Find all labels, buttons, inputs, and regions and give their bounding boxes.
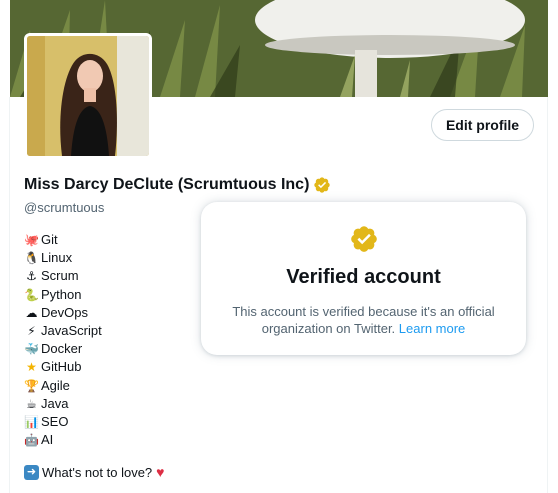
red-heart-icon: ♥ [156, 464, 165, 480]
bio-item: ☕ Java [24, 395, 102, 413]
penguin-icon: 🐧 [24, 251, 39, 266]
bio-item: ⚓ Scrum [24, 267, 102, 285]
bio-item-label: Git [41, 232, 58, 247]
bio-item: ☁ DevOps [24, 304, 102, 322]
lightning-icon: ⚡ [27, 323, 36, 338]
popover-body: This account is verified because it's an… [217, 303, 510, 337]
octopus-icon: 🐙 [24, 233, 39, 247]
bio-item: 🐳 Docker [24, 340, 102, 358]
display-name: Miss Darcy DeClute (Scrumtuous Inc) [24, 176, 310, 193]
bio-item-label: Agile [41, 377, 70, 393]
bio-item-label: SEO [41, 413, 69, 429]
bio-item-label: Linux [41, 250, 73, 266]
verified-badge-icon [351, 226, 377, 252]
bio-closing-text: What's not to love? [42, 464, 153, 480]
bio-closing: ➜ What's not to love? ♥ [24, 464, 164, 480]
coffee-icon: ☕ [26, 396, 37, 411]
bio-item-label: Python [41, 286, 82, 302]
bio-item: ★ GitHub [24, 358, 102, 376]
right-arrow-icon: ➜ [24, 464, 39, 480]
bio-item-label: DevOps [41, 304, 88, 320]
whale-icon: 🐳 [24, 342, 39, 357]
bio-item: 📊 SEO [24, 413, 102, 431]
bio-item: 🐧 Linux [24, 249, 102, 267]
verified-account-popover: Verified account This account is verifie… [201, 202, 526, 355]
name-row: Miss Darcy DeClute (Scrumtuous Inc) [24, 176, 331, 194]
profile-border-right [547, 97, 548, 493]
bio-item: 🤖 AI [24, 431, 102, 449]
profile-border-left [9, 97, 10, 493]
avatar[interactable] [24, 33, 152, 159]
edit-profile-button[interactable]: Edit profile [431, 109, 534, 141]
bio-item: 🐙 Git [24, 231, 102, 249]
handle: @scrumtuous [24, 200, 105, 215]
bio: 🐙 Git 🐧 Linux ⚓ Scrum 🐍 Python ☁ DevOps ⚡ Java… [24, 231, 102, 449]
bio-item-label: Docker [41, 341, 83, 357]
trophy-icon: 🏆 [24, 378, 39, 393]
verified-badge-icon[interactable] [313, 176, 331, 194]
avatar-photo [27, 36, 149, 156]
robot-icon: 🤖 [24, 433, 39, 448]
learn-more-link[interactable]: Learn more [399, 321, 465, 336]
bio-item: ⚡ JavaScript [24, 322, 102, 340]
cloud-icon: ☁ [25, 305, 38, 320]
snake-icon: 🐍 [24, 287, 39, 302]
anchor-icon: ⚓ [26, 269, 37, 284]
bio-item-label: Java [41, 395, 69, 411]
star-icon: ★ [26, 360, 37, 375]
bio-item-label: GitHub [41, 359, 82, 375]
bio-item: 🐍 Python [24, 286, 102, 304]
bio-item-label: AI [41, 432, 54, 448]
bar-chart-icon: 📊 [24, 414, 39, 429]
bio-item-label: Scrum [41, 268, 79, 284]
bio-item: 🏆 Agile [24, 377, 102, 395]
bio-item-label: JavaScript [41, 322, 102, 338]
popover-title: Verified account [286, 266, 441, 288]
